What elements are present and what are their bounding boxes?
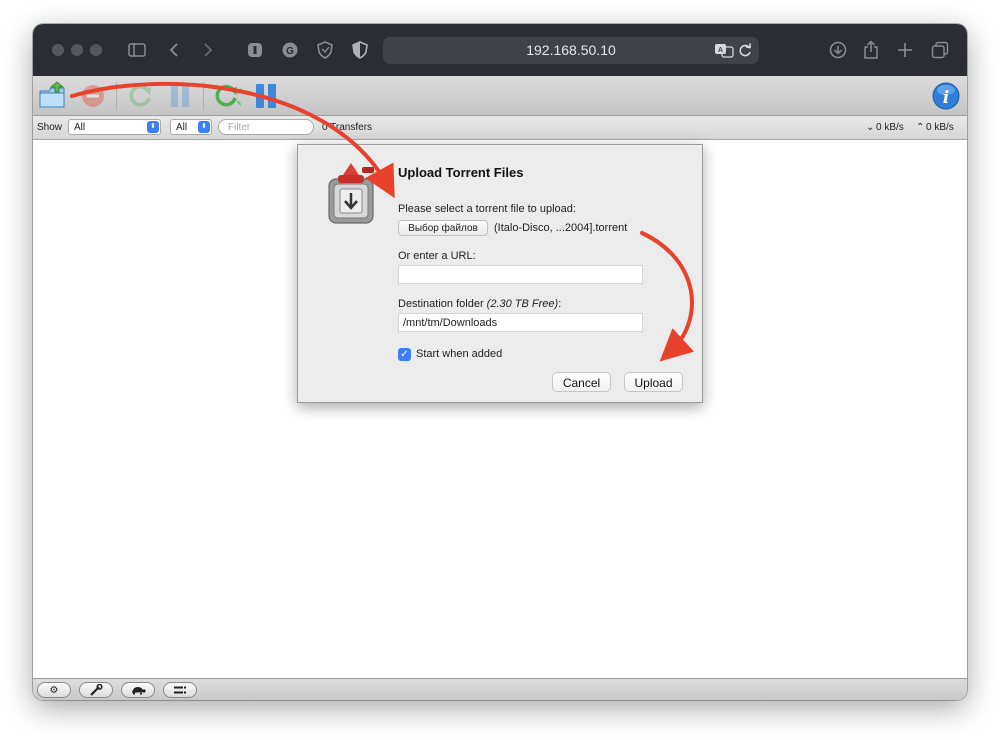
file-label: Please select a torrent file to upload: xyxy=(398,203,576,215)
pause-torrent-icon[interactable] xyxy=(165,81,195,111)
svg-text:A: A xyxy=(718,47,723,54)
open-torrent-icon[interactable] xyxy=(38,81,68,111)
transmission-logo-icon xyxy=(323,161,381,228)
address-bar[interactable]: 192.168.50.10 A xyxy=(383,37,759,64)
turtle-mode-button[interactable] xyxy=(121,682,155,698)
sidebar-toggle-icon[interactable] xyxy=(125,38,149,62)
share-icon[interactable] xyxy=(859,38,883,62)
url-text: 192.168.50.10 xyxy=(526,42,616,58)
translate-icon[interactable]: A xyxy=(714,42,734,63)
compact-view-button[interactable] xyxy=(163,682,197,698)
browser-titlebar: G 192.168.50.10 A xyxy=(33,24,967,76)
destination-folder-input[interactable]: /mnt/tm/Downloads xyxy=(398,313,643,332)
gear-icon: ⚙ xyxy=(49,684,59,696)
reload-icon[interactable] xyxy=(738,42,752,63)
close-window-button[interactable] xyxy=(52,44,64,56)
svg-text:i: i xyxy=(943,88,949,108)
svg-text:G: G xyxy=(286,46,294,57)
status-bar: ⚙ xyxy=(33,678,967,700)
shield-extension-icon[interactable] xyxy=(313,38,337,62)
upload-button[interactable]: Upload xyxy=(624,372,683,392)
privacy-shield-icon[interactable] xyxy=(348,38,372,62)
start-when-added-checkbox[interactable]: ✓ xyxy=(398,348,411,361)
resume-all-icon[interactable] xyxy=(211,81,256,111)
downloads-icon[interactable] xyxy=(826,38,850,62)
filter-input[interactable]: Filter xyxy=(218,119,314,135)
selected-file-name: (Italo-Disco, ...2004].torrent xyxy=(494,222,628,234)
state-filter-value: All xyxy=(74,122,86,133)
state-filter-select[interactable]: All ⬍ xyxy=(68,119,161,135)
back-icon[interactable] xyxy=(162,38,186,62)
torrent-url-input[interactable] xyxy=(398,265,643,284)
destination-label-text: Destination folder xyxy=(398,298,484,310)
url-label: Or enter a URL: xyxy=(398,250,476,262)
upload-speed: 0 kB/s xyxy=(926,122,954,133)
transmission-toolbar: i xyxy=(33,76,967,116)
start-when-added-label: Start when added xyxy=(416,348,503,360)
wrench-icon xyxy=(90,684,103,696)
minimize-window-button[interactable] xyxy=(71,44,83,56)
destination-free-space: (2.30 TB Free) xyxy=(486,298,559,310)
new-tab-icon[interactable] xyxy=(893,38,917,62)
chevron-updown-icon: ⬍ xyxy=(198,121,210,133)
chevron-updown-icon: ⬍ xyxy=(147,121,159,133)
destination-label: Destination folder (2.30 TB Free): xyxy=(398,298,561,310)
turtle-icon xyxy=(132,687,146,695)
show-label: Show xyxy=(37,122,63,133)
info-icon[interactable]: i xyxy=(931,81,961,111)
password-extension-icon[interactable] xyxy=(243,38,267,62)
tab-overview-icon[interactable] xyxy=(928,38,952,62)
tracker-filter-value: All xyxy=(176,122,188,133)
pause-all-icon[interactable] xyxy=(251,81,281,111)
grammar-extension-icon[interactable]: G xyxy=(278,38,302,62)
tracker-filter-select[interactable]: All ⬍ xyxy=(170,119,212,135)
transfer-count: 0 Transfers xyxy=(322,122,373,133)
toolbar-divider xyxy=(203,82,204,110)
remove-torrent-icon[interactable] xyxy=(78,81,108,111)
dialog-title: Upload Torrent Files xyxy=(398,165,524,180)
settings-button[interactable]: ⚙ xyxy=(37,682,71,698)
choose-file-button[interactable]: Выбор файлов xyxy=(398,220,488,236)
zoom-window-button[interactable] xyxy=(90,44,102,56)
list-view-icon xyxy=(174,686,186,694)
cancel-button[interactable]: Cancel xyxy=(552,372,611,392)
filter-bar: Show All ⬍ All ⬍ Filter 0 Transfers ⌄ 0 … xyxy=(33,116,967,140)
download-speed: 0 kB/s xyxy=(876,122,904,133)
toolbar-divider xyxy=(116,82,117,110)
download-speed-icon: ⌄ xyxy=(866,122,875,133)
preferences-button[interactable] xyxy=(79,682,113,698)
upload-torrent-dialog: Upload Torrent Files Please select a tor… xyxy=(297,144,703,403)
destination-label-colon: : xyxy=(558,298,562,310)
upload-speed-icon: ⌃ xyxy=(916,122,925,133)
forward-icon[interactable] xyxy=(196,38,220,62)
resume-torrent-icon[interactable] xyxy=(125,81,155,111)
